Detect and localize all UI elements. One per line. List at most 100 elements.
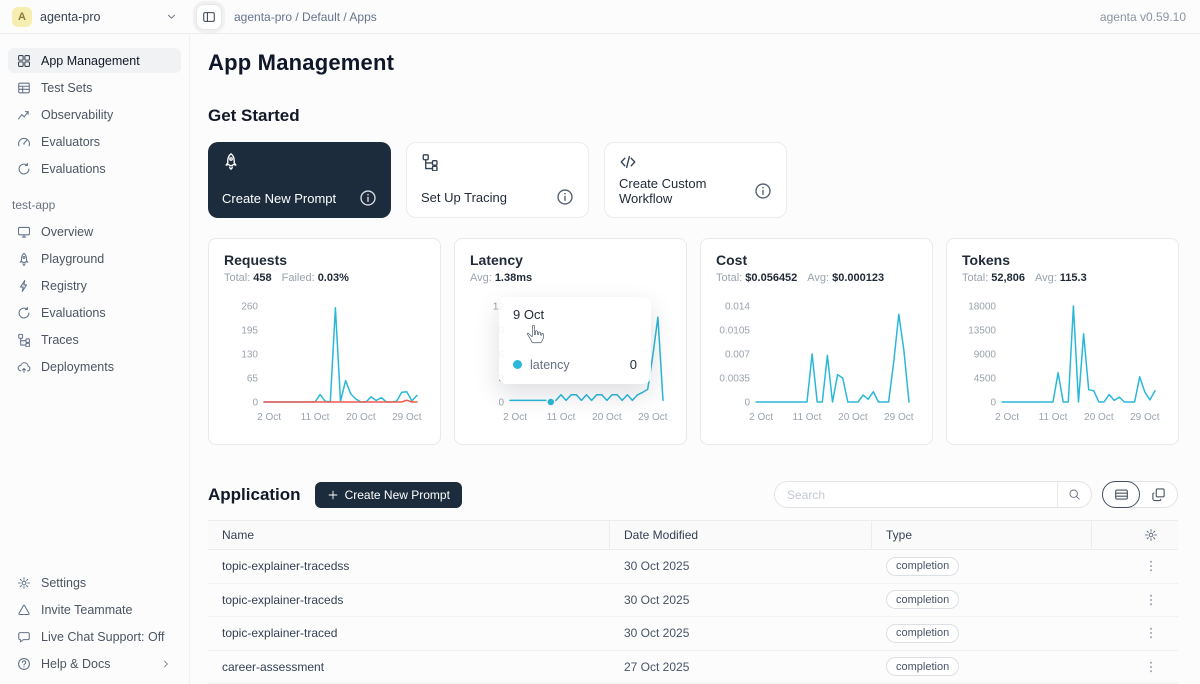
series-dot [513, 360, 522, 369]
svg-text:2 Oct: 2 Oct [503, 412, 527, 423]
svg-text:0.0035: 0.0035 [719, 374, 750, 385]
table-row[interactable]: topic-explainer-traceds30 Oct 2025comple… [208, 584, 1178, 618]
chart-stats: Avg:1.38ms [470, 272, 671, 284]
info-icon[interactable] [556, 188, 574, 206]
sidebar: App Management Test Sets Observability Eval… [0, 34, 190, 684]
sidebar-toggle-button[interactable] [196, 4, 222, 30]
sidebar-item-registry[interactable]: Registry [8, 273, 181, 298]
stat-label: Avg: [1035, 272, 1057, 284]
main-content: App Management Get Started Create New Pr… [190, 34, 1200, 684]
sidebar-item-label: Evaluators [41, 135, 100, 149]
svg-text:20 Oct: 20 Oct [592, 412, 622, 423]
table-view-button[interactable] [1102, 481, 1140, 508]
search-box [774, 481, 1092, 508]
stat-value: 0.03% [318, 272, 349, 284]
cell-actions [1092, 559, 1178, 573]
sidebar-item-label: Live Chat Support: Off [41, 630, 164, 644]
svg-text:9000: 9000 [974, 350, 997, 361]
column-header-name[interactable]: Name [208, 521, 610, 549]
plus-icon [327, 489, 339, 501]
table-row[interactable]: topic-explainer-tracedss30 Oct 2025compl… [208, 550, 1178, 584]
table-icon [17, 81, 31, 95]
row-menu-icon[interactable] [1144, 626, 1158, 640]
row-menu-icon[interactable] [1144, 559, 1158, 573]
tree-icon [421, 153, 439, 171]
sidebar-item-traces[interactable]: Traces [8, 327, 181, 352]
svg-text:0.014: 0.014 [725, 302, 750, 313]
svg-text:0: 0 [252, 398, 258, 409]
svg-text:0: 0 [744, 398, 750, 409]
sidebar-item-live-chat-support-off[interactable]: Live Chat Support: Off [8, 624, 181, 649]
tooltip-date: 9 Oct [513, 307, 637, 322]
sidebar-item-test-sets[interactable]: Test Sets [8, 75, 181, 100]
sidebar-item-settings[interactable]: Settings [8, 570, 181, 595]
stat-card-requests: RequestsTotal:458Failed:0.03%26019513065… [208, 238, 441, 445]
type-badge: completion [886, 590, 959, 609]
row-menu-icon[interactable] [1144, 660, 1158, 674]
sidebar-item-help-docs[interactable]: Help & Docs [8, 651, 181, 676]
sidebar-item-playground[interactable]: Playground [8, 246, 181, 271]
table-row[interactable]: topic-explainer-traced30 Oct 2025complet… [208, 617, 1178, 651]
card-bottom-row: Set Up Tracing [421, 188, 574, 206]
column-header-type[interactable]: Type [872, 521, 1092, 549]
breadcrumb[interactable]: agenta-pro / Default / Apps [234, 10, 377, 24]
card-view-button[interactable] [1139, 482, 1177, 507]
search-input[interactable] [775, 488, 1057, 502]
column-settings-icon[interactable] [1144, 528, 1158, 542]
svg-text:4500: 4500 [974, 374, 997, 385]
get-started-card-create-new-prompt[interactable]: Create New Prompt [208, 142, 391, 218]
tree-icon [17, 333, 31, 347]
chart-tooltip: 9 Octlatency0 [499, 297, 651, 384]
sidebar-item-evaluations[interactable]: Evaluations [8, 300, 181, 325]
stat-card-cost: CostTotal:$0.056452Avg:$0.0001230.0140.0… [700, 238, 933, 445]
monitor-icon [17, 225, 31, 239]
sidebar-item-evaluators[interactable]: Evaluators [8, 129, 181, 154]
table-row[interactable]: career-assessment27 Oct 2025completion [208, 651, 1178, 684]
stat-card-latency: LatencyAvg:1.38ms1296302 Oct11 Oct20 Oct… [454, 238, 687, 445]
workspace-name: agenta-pro [40, 10, 157, 24]
workspace-selector[interactable]: A agenta-pro [0, 0, 190, 33]
get-started-card-create-custom-workflow[interactable]: Create Custom Workflow [604, 142, 787, 218]
sidebar-item-invite-teammate[interactable]: Invite Teammate [8, 597, 181, 622]
row-menu-icon[interactable] [1144, 593, 1158, 607]
cell-name: topic-explainer-traceds [208, 593, 610, 607]
sidebar-item-app-management[interactable]: App Management [8, 48, 181, 73]
sidebar-item-overview[interactable]: Overview [8, 219, 181, 244]
card-label: Set Up Tracing [421, 190, 507, 205]
cell-name: career-assessment [208, 660, 610, 674]
sidebar-item-observability[interactable]: Observability [8, 102, 181, 127]
sidebar-section-label: test-app [12, 198, 177, 212]
cell-date-modified: 27 Oct 2025 [610, 660, 872, 674]
cell-type: completion [872, 590, 1092, 609]
svg-text:260: 260 [241, 302, 258, 313]
redo-icon [17, 162, 31, 176]
sidebar-item-label: Observability [41, 108, 113, 122]
sidebar-item-label: Test Sets [41, 81, 92, 95]
app-version: agenta v0.59.10 [1100, 10, 1200, 24]
svg-text:29 Oct: 29 Oct [884, 412, 914, 423]
stat-value: 1.38ms [495, 272, 532, 284]
get-started-card-set-up-tracing[interactable]: Set Up Tracing [406, 142, 589, 218]
info-icon[interactable] [359, 189, 377, 207]
sidebar-item-evaluations[interactable]: Evaluations [8, 156, 181, 181]
sidebar-item-deployments[interactable]: Deployments [8, 354, 181, 379]
search-button[interactable] [1057, 482, 1091, 507]
svg-text:2 Oct: 2 Oct [257, 412, 281, 423]
grid-icon [17, 54, 31, 68]
view-toggle [1102, 481, 1178, 508]
type-badge: completion [886, 624, 959, 643]
chevron-down-icon [165, 10, 178, 23]
cell-date-modified: 30 Oct 2025 [610, 626, 872, 640]
cell-actions [1092, 660, 1178, 674]
chart-canvas: 2601951306502 Oct11 Oct20 Oct29 Oct [224, 296, 425, 428]
svg-text:130: 130 [241, 350, 258, 361]
column-header-date-modified[interactable]: Date Modified [610, 521, 872, 549]
chat-icon [17, 630, 31, 644]
svg-text:2 Oct: 2 Oct [995, 412, 1019, 423]
sidebar-item-label: Invite Teammate [41, 603, 132, 617]
redo-icon [17, 306, 31, 320]
info-icon[interactable] [754, 182, 772, 200]
top-bar: A agenta-pro agenta-pro / Default / Apps… [0, 0, 1200, 34]
create-new-prompt-button[interactable]: Create New Prompt [315, 482, 462, 508]
svg-text:11 Oct: 11 Oct [793, 412, 822, 423]
